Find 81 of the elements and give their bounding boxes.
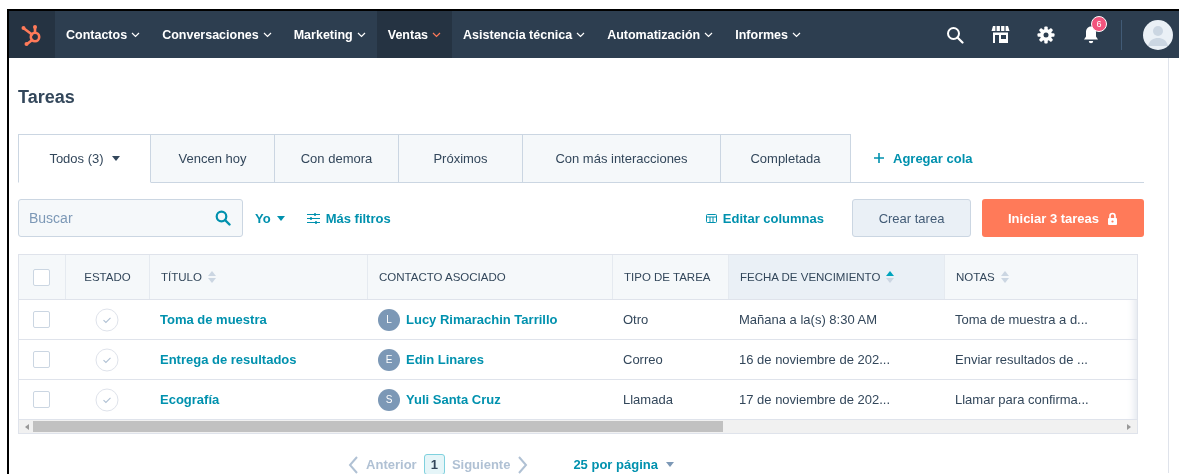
table-cell: Toma de muestra a d... xyxy=(955,312,1088,327)
task-title-link[interactable]: Entrega de resultados xyxy=(160,352,297,367)
user-avatar[interactable] xyxy=(1143,19,1173,50)
caret-icon xyxy=(665,462,674,467)
view-tab[interactable]: Con demora xyxy=(275,134,399,183)
chevron-down-icon xyxy=(432,31,442,38)
search-field[interactable]: Buscar xyxy=(18,199,243,237)
table-cell: Llamar para confirma... xyxy=(955,392,1089,407)
lock-icon xyxy=(1107,211,1119,225)
table-cell: Enviar resultados de ... xyxy=(955,352,1088,367)
more-filters-button[interactable]: Más filtros xyxy=(306,210,391,226)
contact-avatar: S xyxy=(378,388,400,411)
column-header[interactable]: FECHA DE VENCIMIENTO xyxy=(728,255,944,299)
horizontal-scrollbar[interactable] xyxy=(19,420,1137,433)
storefront-icon[interactable] xyxy=(991,25,1010,44)
chevron-down-icon xyxy=(704,31,714,38)
task-title-link[interactable]: Ecografía xyxy=(160,392,220,407)
column-header[interactable]: NOTAS xyxy=(944,255,1137,299)
page-title: Tareas xyxy=(18,87,76,108)
nav-menu-item[interactable]: Ventas xyxy=(376,11,453,58)
nav-menu-item[interactable]: Automatización xyxy=(596,11,725,58)
settings-icon[interactable] xyxy=(1037,25,1055,44)
column-header[interactable]: ESTADO xyxy=(65,255,149,299)
table-columns-icon xyxy=(705,213,717,223)
caret-icon xyxy=(111,156,120,161)
scroll-right-icon[interactable] xyxy=(1127,423,1131,430)
create-task-button[interactable]: Crear tarea xyxy=(852,199,971,237)
caret-icon xyxy=(276,215,285,221)
chevron-down-icon xyxy=(576,31,586,38)
search-icon[interactable] xyxy=(946,25,964,44)
nav-menu-item[interactable]: Informes xyxy=(724,11,812,58)
table-cell: Otro xyxy=(623,312,649,327)
view-tab[interactable]: Próximos xyxy=(399,134,523,183)
nav-menu-item[interactable]: Asistencia técnica xyxy=(452,11,597,58)
sort-arrows-icon[interactable] xyxy=(886,271,895,283)
plus-icon xyxy=(873,152,885,164)
contact-link[interactable]: Edin Linares xyxy=(406,352,485,367)
row-checkbox[interactable] xyxy=(33,351,50,368)
notification-count-badge: 6 xyxy=(1091,16,1107,32)
scroll-left-icon[interactable] xyxy=(25,423,29,430)
complete-task-icon[interactable] xyxy=(95,347,119,372)
nav-menu-item[interactable]: Conversaciones xyxy=(151,11,283,58)
table-cell: Llamada xyxy=(623,392,673,407)
view-tab[interactable]: Con más interacciones xyxy=(523,134,721,183)
complete-task-icon[interactable] xyxy=(95,387,119,412)
contact-avatar: E xyxy=(378,348,400,371)
table-cell: 16 de noviembre de 202... xyxy=(739,352,891,367)
contact-avatar: L xyxy=(378,308,400,331)
sprocket-logo-icon[interactable] xyxy=(9,11,55,58)
chevron-down-icon xyxy=(262,31,272,38)
next-chevron-icon[interactable] xyxy=(517,455,529,474)
table-cell: Correo xyxy=(623,352,663,367)
row-checkbox[interactable] xyxy=(33,391,50,408)
previous-chevron-icon[interactable] xyxy=(348,455,360,474)
notification-bell-icon[interactable] xyxy=(1082,25,1100,44)
per-page-dropdown[interactable]: 25 por página xyxy=(573,457,674,472)
row-checkbox[interactable] xyxy=(33,311,50,328)
task-title-link[interactable]: Toma de muestra xyxy=(160,312,267,327)
current-page-button[interactable]: 1 xyxy=(423,454,445,474)
view-tab[interactable]: Vencen hoy xyxy=(151,134,275,183)
nav-menu-item[interactable]: Contactos xyxy=(55,11,152,58)
view-tab[interactable]: Todos (3) xyxy=(18,134,151,183)
sort-arrows-icon[interactable] xyxy=(1000,271,1009,283)
sliders-icon xyxy=(306,212,320,224)
select-all-checkbox[interactable] xyxy=(33,268,50,286)
contact-link[interactable]: Yuli Santa Cruz xyxy=(406,392,501,407)
table-cell: Mañana a la(s) 8:30 AM xyxy=(739,312,878,327)
column-header[interactable]: TÍTULO xyxy=(149,255,367,299)
nav-menu-item[interactable]: Marketing xyxy=(282,11,377,58)
owner-filter-dropdown[interactable]: Yo xyxy=(255,210,285,226)
chevron-down-icon xyxy=(792,31,801,38)
sort-arrows-icon[interactable] xyxy=(207,271,216,283)
column-header[interactable]: CONTACTO ASOCIADO xyxy=(367,255,612,299)
complete-task-icon[interactable] xyxy=(95,307,119,332)
view-tab[interactable]: Completada xyxy=(721,134,851,183)
add-queue-link[interactable]: Agregar cola xyxy=(851,134,995,183)
chevron-down-icon xyxy=(356,31,366,38)
table-cell: 17 de noviembre de 202... xyxy=(739,392,891,407)
chevron-down-icon xyxy=(131,31,141,38)
contact-link[interactable]: Lucy Rimarachin Tarrillo xyxy=(406,312,558,327)
edit-columns-button[interactable]: Editar columnas xyxy=(705,210,824,226)
